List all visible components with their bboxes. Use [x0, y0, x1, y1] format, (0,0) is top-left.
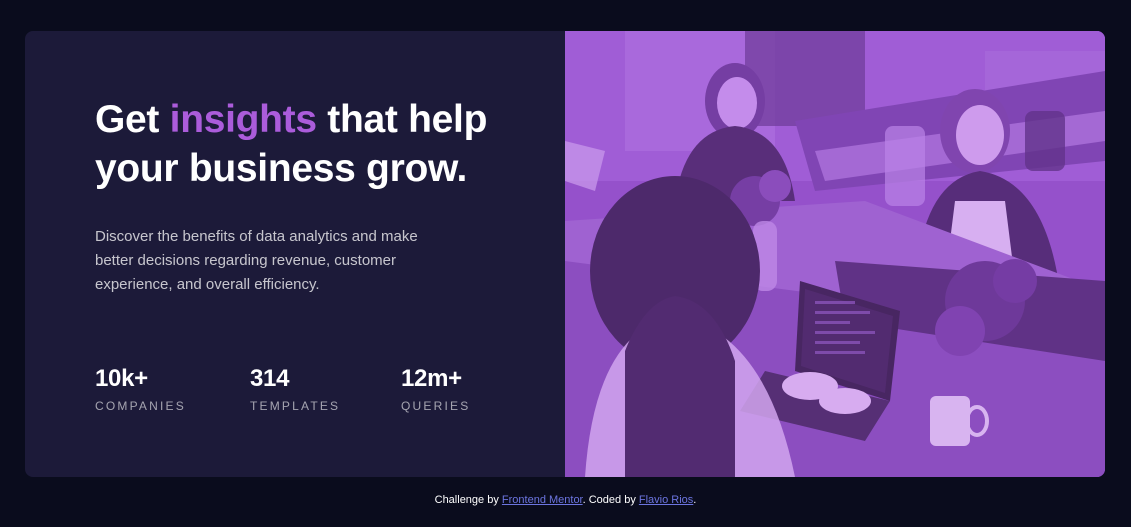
- stat-label: TEMPLATES: [250, 399, 341, 413]
- stat-value: 12m+: [401, 365, 462, 392]
- description: Discover the benefits of data analytics …: [95, 228, 418, 293]
- photo-illustration: [565, 31, 1105, 477]
- stat-value: 314: [250, 365, 290, 392]
- headline-accent: insights: [169, 98, 317, 141]
- attribution-suffix: .: [693, 494, 697, 506]
- attribution: Challenge by Frontend Mentor. Coded by F…: [0, 493, 1131, 507]
- headline: Get insights that help your business gro…: [95, 95, 525, 193]
- headline-part1: Get: [95, 98, 170, 141]
- stat-label: COMPANIES: [95, 399, 186, 413]
- attribution-prefix: Challenge by: [434, 494, 502, 506]
- office-team-photo: [565, 31, 1105, 477]
- card-content: Get insights that help your business gro…: [25, 31, 565, 477]
- stats-preview-card: Get insights that help your business gro…: [25, 31, 1105, 477]
- attribution-middle: . Coded by: [582, 494, 639, 506]
- challenge-link[interactable]: Frontend Mentor: [502, 494, 583, 506]
- stats-row: 10k+ COMPANIES 314 TEMPLATES 12m+ QUERIE…: [95, 365, 535, 425]
- stat-queries: 12m+ QUERIES: [401, 365, 470, 413]
- stat-companies: 10k+ COMPANIES: [95, 365, 186, 413]
- stat-templates: 314 TEMPLATES: [250, 365, 340, 413]
- stat-value: 10k+: [95, 365, 148, 392]
- author-link[interactable]: Flavio Rios: [639, 494, 693, 506]
- stat-label: QUERIES: [401, 399, 471, 413]
